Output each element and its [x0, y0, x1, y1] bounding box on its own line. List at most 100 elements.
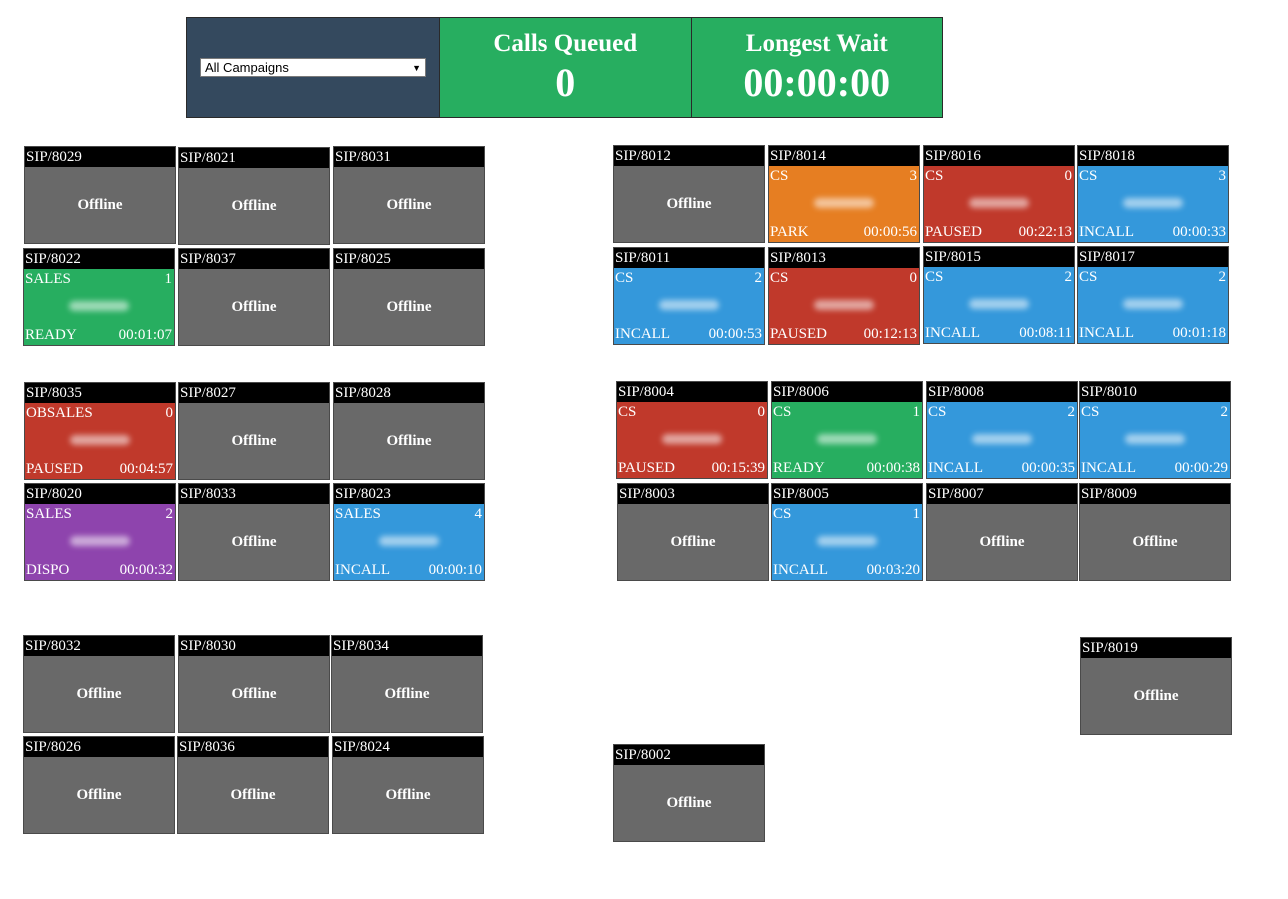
- offline-label: Offline: [386, 432, 432, 449]
- agent-tile[interactable]: SIP/8004 CS 0 PAUSED 00:15:39: [616, 381, 768, 479]
- redacted-agent-name: [814, 198, 874, 208]
- agent-status-body: Offline: [333, 757, 483, 833]
- agent-tile[interactable]: SIP/8018 CS 3 INCALL 00:00:33: [1077, 145, 1229, 243]
- agent-tile[interactable]: SIP/8015 CS 2 INCALL 00:08:11: [923, 246, 1075, 344]
- redacted-agent-name: [1125, 434, 1185, 444]
- agent-tile[interactable]: SIP/8028 Offline: [333, 382, 485, 480]
- agent-tile[interactable]: SIP/8030 Offline: [178, 635, 330, 733]
- agent-tile[interactable]: SIP/8032 Offline: [23, 635, 175, 733]
- agent-state: INCALL: [1081, 460, 1136, 476]
- offline-label: Offline: [385, 786, 431, 803]
- campaign-select[interactable]: All Campaigns ▼: [200, 58, 426, 77]
- agent-tile[interactable]: SIP/8003 Offline: [617, 483, 769, 581]
- agent-status-body: Offline: [25, 167, 175, 243]
- agent-tile[interactable]: SIP/8017 CS 2 INCALL 00:01:18: [1077, 246, 1229, 344]
- agent-extension: SIP/8019: [1081, 638, 1231, 658]
- agent-tile[interactable]: SIP/8020 SALES 2 DISPO 00:00:32: [24, 483, 176, 581]
- agent-state: INCALL: [335, 562, 390, 578]
- agent-tile[interactable]: SIP/8021 Offline: [178, 147, 330, 245]
- agent-tile[interactable]: SIP/8031 Offline: [333, 146, 485, 244]
- agent-tile[interactable]: SIP/8037 Offline: [178, 248, 330, 346]
- call-count: 4: [474, 506, 483, 522]
- agent-status-body: SALES 2 DISPO 00:00:32: [25, 504, 175, 580]
- agent-tile[interactable]: SIP/8024 Offline: [332, 736, 484, 834]
- state-timer: 00:01:07: [118, 327, 172, 343]
- call-count: 3: [909, 168, 918, 184]
- agent-state: DISPO: [26, 562, 70, 578]
- agent-extension: SIP/8030: [179, 636, 329, 656]
- agent-tile[interactable]: SIP/8012 Offline: [613, 145, 765, 243]
- agent-state: INCALL: [1079, 325, 1134, 341]
- offline-label: Offline: [666, 195, 712, 212]
- agent-state: READY: [773, 460, 825, 476]
- agent-extension: SIP/8035: [25, 383, 175, 403]
- campaign-name: CS: [773, 404, 792, 420]
- agent-tile[interactable]: SIP/8036 Offline: [177, 736, 329, 834]
- agent-state: PAUSED: [925, 224, 982, 240]
- agent-tile[interactable]: SIP/8008 CS 2 INCALL 00:00:35: [926, 381, 1078, 479]
- call-count: 2: [1067, 404, 1076, 420]
- agent-tile[interactable]: SIP/8013 CS 0 PAUSED 00:12:13: [768, 247, 920, 345]
- call-count: 0: [1064, 168, 1073, 184]
- agent-tile[interactable]: SIP/8034 Offline: [331, 635, 483, 733]
- agent-tile[interactable]: SIP/8011 CS 2 INCALL 00:00:53: [613, 247, 765, 345]
- agent-extension: SIP/8036: [178, 737, 328, 757]
- redacted-agent-name: [69, 301, 129, 311]
- campaign-name: CS: [1079, 269, 1098, 285]
- offline-label: Offline: [231, 197, 277, 214]
- agent-extension: SIP/8003: [618, 484, 768, 504]
- campaign-name: CS: [925, 168, 944, 184]
- agent-tile[interactable]: SIP/8014 CS 3 PARK 00:00:56: [768, 145, 920, 243]
- redacted-agent-name: [969, 198, 1029, 208]
- call-count: 2: [1064, 269, 1073, 285]
- agent-status-body: Offline: [179, 403, 329, 479]
- agent-status-body: CS 2 INCALL 00:00:53: [614, 268, 764, 344]
- calls-queued-value: 0: [555, 60, 576, 105]
- agent-tile[interactable]: SIP/8007 Offline: [926, 483, 1078, 581]
- state-timer: 00:00:29: [1174, 460, 1228, 476]
- agent-status-body: Offline: [179, 269, 329, 345]
- agent-extension: SIP/8015: [924, 247, 1074, 267]
- agent-tile[interactable]: SIP/8029 Offline: [24, 146, 176, 244]
- agent-tile[interactable]: SIP/8009 Offline: [1079, 483, 1231, 581]
- agent-extension: SIP/8023: [334, 484, 484, 504]
- state-timer: 00:00:33: [1172, 224, 1226, 240]
- agent-tile[interactable]: SIP/8025 Offline: [333, 248, 485, 346]
- call-count: 2: [1220, 404, 1229, 420]
- agent-extension: SIP/8002: [614, 745, 764, 765]
- agent-state: PARK: [770, 224, 809, 240]
- agent-status-body: Offline: [179, 504, 329, 580]
- redacted-agent-name: [969, 299, 1029, 309]
- agent-tile[interactable]: SIP/8010 CS 2 INCALL 00:00:29: [1079, 381, 1231, 479]
- agent-extension: SIP/8025: [334, 249, 484, 269]
- redacted-agent-name: [817, 536, 877, 546]
- state-timer: 00:04:57: [119, 461, 173, 477]
- longest-wait-value: 00:00:00: [743, 60, 891, 105]
- agent-tile[interactable]: SIP/8023 SALES 4 INCALL 00:00:10: [333, 483, 485, 581]
- agent-tile[interactable]: SIP/8033 Offline: [178, 483, 330, 581]
- offline-label: Offline: [231, 298, 277, 315]
- agent-tile[interactable]: SIP/8002 Offline: [613, 744, 765, 842]
- agent-tile[interactable]: SIP/8006 CS 1 READY 00:00:38: [771, 381, 923, 479]
- agent-tile[interactable]: SIP/8022 SALES 1 READY 00:01:07: [23, 248, 175, 346]
- agent-state: INCALL: [1079, 224, 1134, 240]
- agent-tile[interactable]: SIP/8026 Offline: [23, 736, 175, 834]
- agent-status-body: Offline: [179, 656, 329, 732]
- campaign-name: CS: [925, 269, 944, 285]
- campaign-name: SALES: [335, 506, 381, 522]
- call-count: 2: [754, 270, 763, 286]
- agent-state: INCALL: [773, 562, 828, 578]
- redacted-agent-name: [659, 300, 719, 310]
- agent-tile[interactable]: SIP/8016 CS 0 PAUSED 00:22:13: [923, 145, 1075, 243]
- agent-extension: SIP/8024: [333, 737, 483, 757]
- agent-tile[interactable]: SIP/8027 Offline: [178, 382, 330, 480]
- agent-tile[interactable]: SIP/8005 CS 1 INCALL 00:03:20: [771, 483, 923, 581]
- redacted-agent-name: [972, 434, 1032, 444]
- state-timer: 00:00:38: [866, 460, 920, 476]
- agent-tile[interactable]: SIP/8035 OBSALES 0 PAUSED 00:04:57: [24, 382, 176, 480]
- agent-extension: SIP/8009: [1080, 484, 1230, 504]
- state-timer: 00:12:13: [863, 326, 917, 342]
- agent-tile[interactable]: SIP/8019 Offline: [1080, 637, 1232, 735]
- agent-state: INCALL: [615, 326, 670, 342]
- agent-extension: SIP/8020: [25, 484, 175, 504]
